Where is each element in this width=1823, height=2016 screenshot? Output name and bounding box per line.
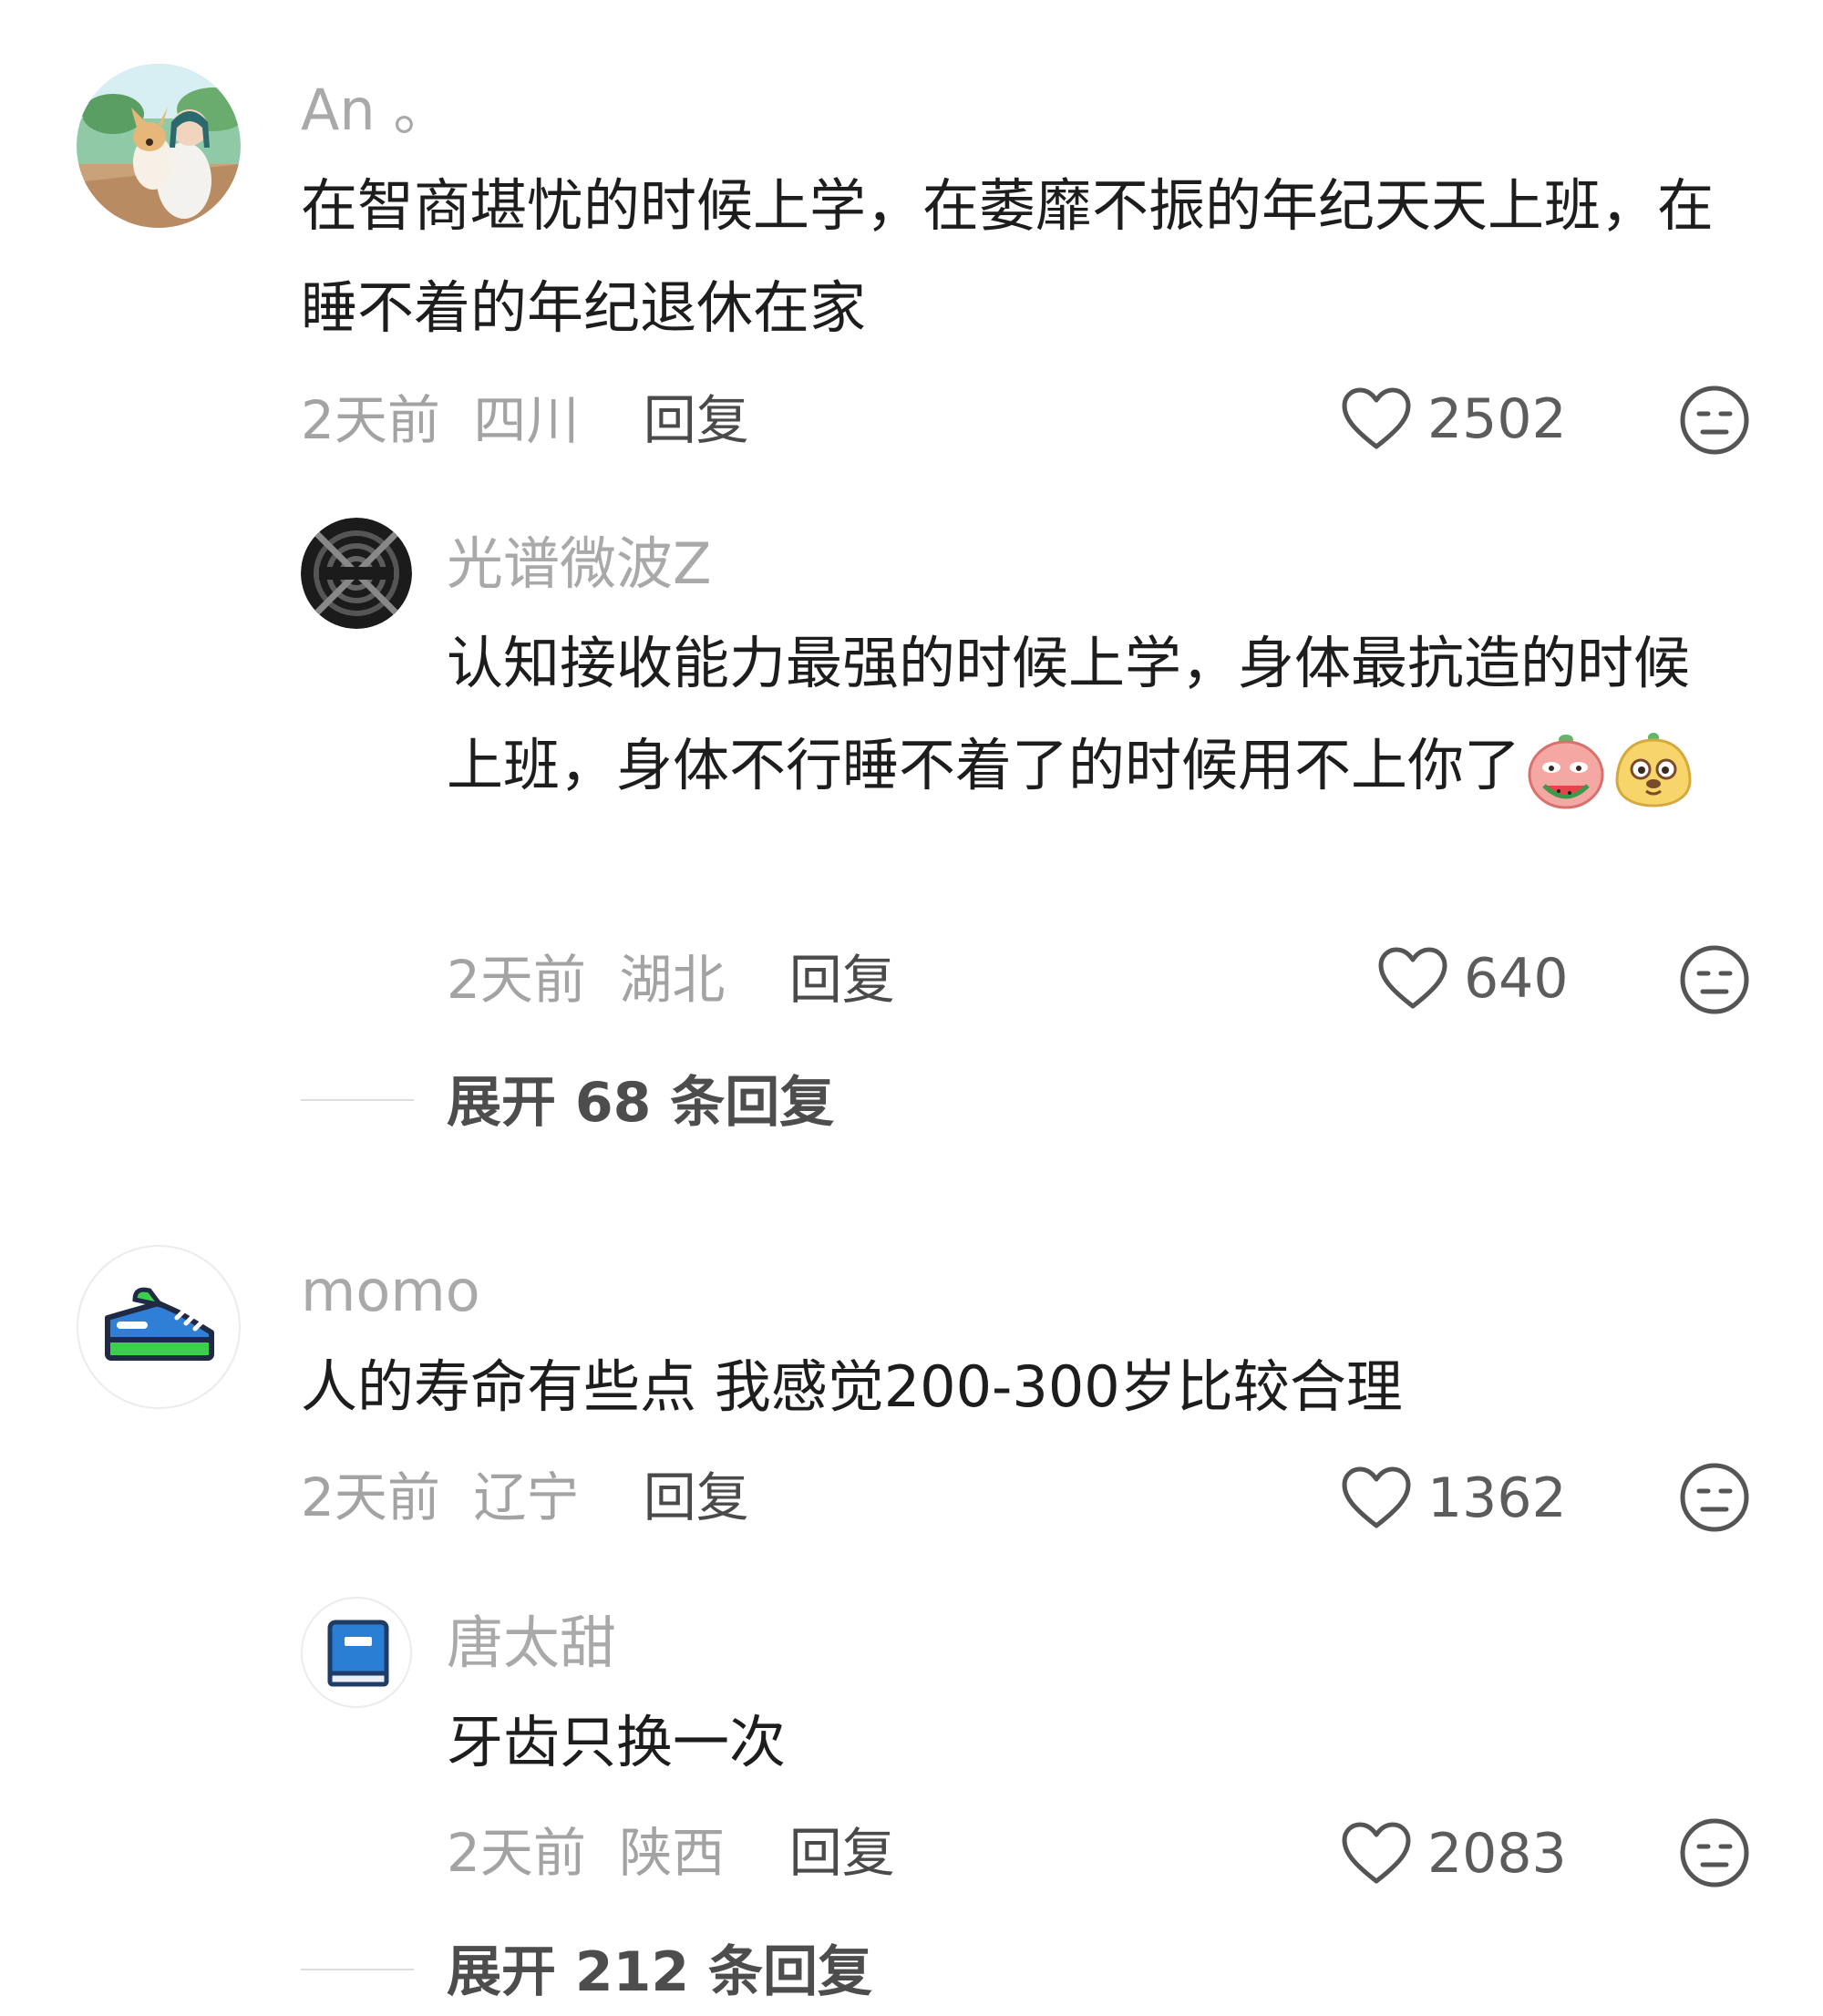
- comment-meta: 2天前 四川 回复: [301, 394, 749, 447]
- comment-meta: 2天前 辽宁 回复: [301, 1471, 749, 1524]
- blue-book-avatar-icon: [301, 1597, 412, 1708]
- person-with-dog-avatar-icon: [77, 64, 241, 228]
- comment-username[interactable]: An 。: [301, 82, 449, 139]
- reply-text: 认知接收能力最强的时候上学，身体最抗造的时候上班，身体不行睡不着了的时候用不上你…: [447, 612, 1741, 817]
- reply-avatar[interactable]: [301, 518, 412, 629]
- dark-circle-logo-avatar-icon: [301, 518, 412, 629]
- reply-location: 陕西: [619, 1822, 726, 1884]
- reply-username[interactable]: 光谱微波Z: [447, 536, 711, 592]
- dislike-face-icon[interactable]: [1679, 944, 1750, 1015]
- reply-button[interactable]: 回复: [644, 1466, 749, 1528]
- heart-icon: [1342, 1822, 1411, 1884]
- smug-dog-emoji-icon: [1615, 732, 1692, 807]
- comment-location: 辽宁: [473, 1466, 580, 1528]
- reply-button[interactable]: 回复: [644, 389, 749, 451]
- expand-replies-button[interactable]: 展开 212 条回复: [447, 1945, 872, 2000]
- dislike-face-icon[interactable]: [1679, 1462, 1750, 1533]
- comment-time: 2天前: [301, 1466, 440, 1528]
- reply-avatar[interactable]: [301, 1597, 412, 1708]
- like-count: 640: [1464, 947, 1569, 1011]
- heart-icon: [1342, 1466, 1411, 1528]
- reply-button[interactable]: 回复: [789, 949, 895, 1011]
- like-button[interactable]: 1362: [1340, 1466, 1567, 1531]
- like-button[interactable]: 2502: [1340, 386, 1567, 452]
- like-count: 2502: [1427, 387, 1567, 451]
- reply-time: 2天前: [447, 949, 586, 1011]
- reply-meta: 2天前 湖北 回复: [447, 953, 895, 1006]
- like-button[interactable]: 640: [1376, 946, 1569, 1012]
- expand-replies-button[interactable]: 展开 68 条回复: [447, 1075, 834, 1130]
- avatar[interactable]: [77, 1245, 241, 1409]
- reply-username[interactable]: 唐太甜: [447, 1615, 616, 1671]
- reply-text-content: 认知接收能力最强的时候上学，身体最抗造的时候上班，身体不行睡不着了的时候用不上你…: [447, 630, 1691, 798]
- comment-text: 在智商堪忧的时候上学，在萎靡不振的年纪天天上班，在睡不着的年纪退休在家: [301, 172, 1715, 341]
- reply-text: 牙齿只换一次: [447, 1709, 787, 1775]
- comment-time: 2天前: [301, 389, 440, 451]
- avatar[interactable]: [77, 64, 241, 228]
- watermelon-eating-emoji-icon: [1528, 734, 1604, 809]
- dislike-face-icon[interactable]: [1679, 1817, 1750, 1888]
- like-count: 2083: [1427, 1822, 1567, 1886]
- dislike-face-icon[interactable]: [1679, 385, 1750, 456]
- heart-icon: [1342, 387, 1411, 449]
- reply-time: 2天前: [447, 1822, 586, 1884]
- reply-button[interactable]: 回复: [789, 1822, 895, 1884]
- comment-location: 四川: [473, 389, 580, 451]
- heart-icon: [1378, 947, 1447, 1009]
- like-count: 1362: [1427, 1466, 1567, 1530]
- expand-divider: [301, 1969, 414, 1970]
- comment-text: 人的寿命有些点 我感觉200-300岁比较合理: [301, 1353, 1403, 1420]
- reply-location: 湖北: [619, 949, 726, 1011]
- like-button[interactable]: 2083: [1340, 1821, 1567, 1887]
- reply-meta: 2天前 陕西 回复: [447, 1826, 895, 1879]
- expand-divider: [301, 1099, 414, 1101]
- sneaker-avatar-icon: [77, 1245, 241, 1409]
- comment-username[interactable]: momo: [301, 1263, 480, 1320]
